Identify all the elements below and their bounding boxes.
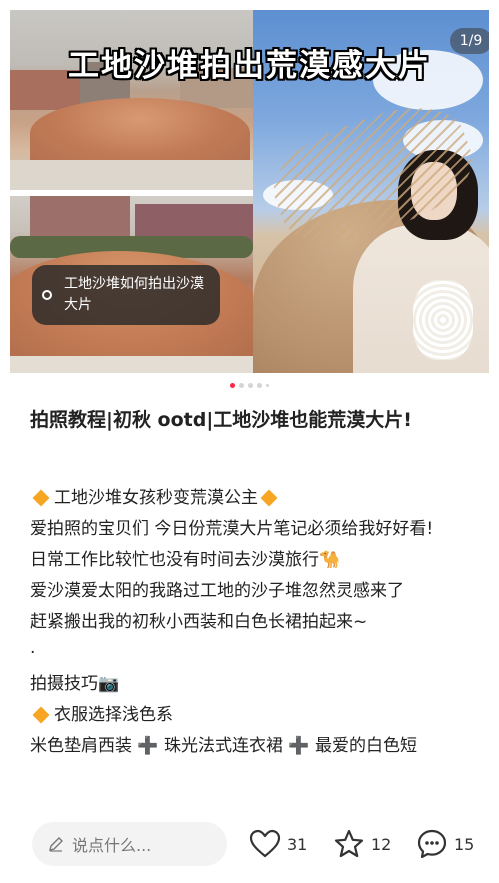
body-line: 爱沙漠爱太阳的我路过工地的沙子堆忽然灵感来了	[30, 581, 404, 601]
camera-emoji-icon: 📷	[98, 674, 120, 694]
pager-dot	[248, 383, 253, 388]
comment-button[interactable]: 15	[416, 826, 474, 862]
post-title: 拍照教程|初秋 ootd|工地沙堆也能荒漠大片!	[30, 409, 412, 431]
bottom-action-bar: 说点什么... 31 12 15	[0, 808, 499, 883]
body-line: ·	[30, 643, 36, 663]
pencil-icon	[49, 837, 63, 852]
body-line: 衣服选择浅色系	[30, 700, 480, 731]
tag-dot-icon	[42, 290, 52, 300]
image-tag-text: 工地沙堆如何拍出沙漠大片	[64, 276, 204, 313]
favorite-button[interactable]: 12	[333, 826, 391, 862]
page-indicator: 1/9	[450, 28, 489, 54]
diamond-icon	[32, 706, 50, 723]
comment-bubble-icon	[417, 829, 447, 859]
carousel-pager	[0, 383, 499, 388]
image-tag[interactable]: 工地沙堆如何拍出沙漠大片	[32, 265, 220, 325]
image-carousel[interactable]: 工地沙堆如何拍出沙漠大片 工地沙堆拍出荒漠感大片 1/9	[10, 10, 489, 373]
body-line: 赶紧搬出我的初秋小西装和白色长裙拍起来~	[30, 612, 368, 632]
body-line: 爱拍照的宝贝们 今日份荒漠大片笔记必须给我好好看!	[30, 519, 434, 539]
image-overlay-title: 工地沙堆拍出荒漠感大片	[68, 48, 431, 84]
pager-dot-active	[230, 383, 235, 388]
body-line: 米色垫肩西装 ➕ 珠光法式连衣裙 ➕ 最爱的白色短	[30, 736, 417, 756]
favorite-count: 12	[371, 834, 392, 854]
diamond-icon	[260, 489, 278, 506]
diamond-icon	[32, 489, 50, 506]
body-line: 工地沙堆女孩秒变荒漠公主	[30, 483, 480, 514]
body-line: 日常工作比较忙也没有时间去沙漠旅行🐪	[30, 550, 341, 570]
camel-emoji-icon: 🐪	[319, 550, 341, 570]
comment-placeholder: 说点什么...	[72, 836, 152, 855]
like-count: 31	[287, 834, 308, 854]
body-line: 拍摄技巧📷	[30, 674, 120, 694]
heart-icon	[249, 829, 281, 858]
sand-pile-photo-top	[10, 10, 253, 190]
star-icon	[334, 829, 364, 858]
like-button[interactable]: 31	[249, 826, 307, 862]
pager-dot	[266, 384, 269, 387]
comment-input[interactable]: 说点什么...	[32, 822, 227, 866]
post-body: 工地沙堆女孩秒变荒漠公主 爱拍照的宝贝们 今日份荒漠大片笔记必须给我好好看! 日…	[30, 483, 480, 762]
pager-dot	[257, 383, 262, 388]
pager-dot	[239, 383, 244, 388]
comment-count: 15	[454, 834, 475, 854]
